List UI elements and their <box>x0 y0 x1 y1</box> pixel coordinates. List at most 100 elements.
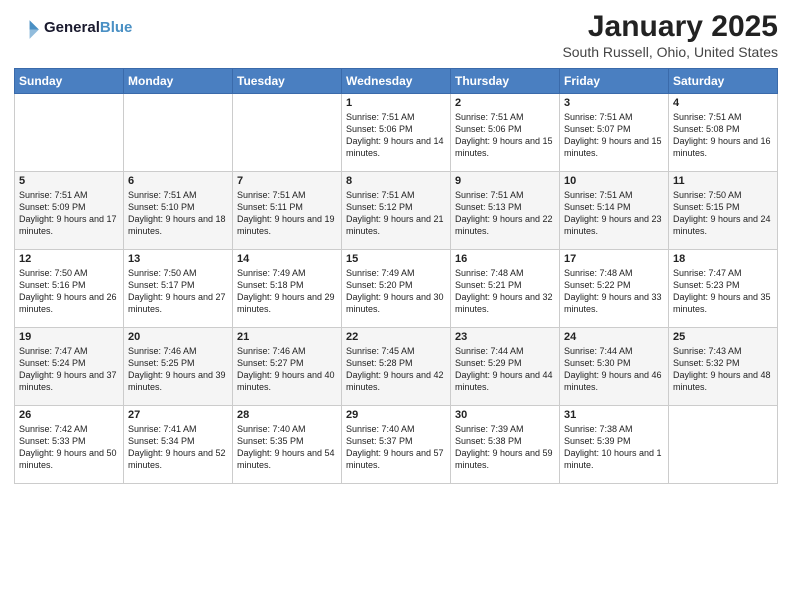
week-row-4: 19 Sunrise: 7:47 AM Sunset: 5:24 PM Dayli… <box>15 328 778 406</box>
day-number: 9 <box>455 175 555 187</box>
subtitle: South Russell, Ohio, United States <box>562 44 778 60</box>
day-info: Sunrise: 7:51 AM Sunset: 5:11 PM Dayligh… <box>237 189 337 238</box>
day-cell <box>15 94 124 172</box>
day-number: 12 <box>19 253 119 265</box>
day-number: 30 <box>455 409 555 421</box>
day-info: Sunrise: 7:47 AM Sunset: 5:23 PM Dayligh… <box>673 267 773 316</box>
day-number: 1 <box>346 97 446 109</box>
day-cell: 30 Sunrise: 7:39 AM Sunset: 5:38 PM Dayli… <box>451 406 560 484</box>
day-cell: 16 Sunrise: 7:48 AM Sunset: 5:21 PM Dayli… <box>451 250 560 328</box>
day-number: 16 <box>455 253 555 265</box>
day-info: Sunrise: 7:51 AM Sunset: 5:13 PM Dayligh… <box>455 189 555 238</box>
day-cell: 23Sunrise: 7:44 AM Sunset: 5:29 PM Dayli… <box>451 328 560 406</box>
day-cell: 17 Sunrise: 7:48 AM Sunset: 5:22 PM Dayli… <box>560 250 669 328</box>
day-cell: 10Sunrise: 7:51 AM Sunset: 5:14 PM Dayli… <box>560 172 669 250</box>
header-cell-tuesday: Tuesday <box>233 69 342 94</box>
day-info: Sunrise: 7:49 AM Sunset: 5:18 PM Dayligh… <box>237 267 337 316</box>
day-info: Sunrise: 7:51 AM Sunset: 5:07 PM Dayligh… <box>564 111 664 160</box>
day-number: 27 <box>128 409 228 421</box>
day-number: 29 <box>346 409 446 421</box>
day-cell: 26Sunrise: 7:42 AM Sunset: 5:33 PM Dayli… <box>15 406 124 484</box>
day-cell: 6 Sunrise: 7:51 AM Sunset: 5:10 PM Daylig… <box>124 172 233 250</box>
day-cell: 11Sunrise: 7:50 AM Sunset: 5:15 PM Dayli… <box>669 172 778 250</box>
day-cell: 20 Sunrise: 7:46 AM Sunset: 5:25 PM Dayli… <box>124 328 233 406</box>
week-row-1: 1 Sunrise: 7:51 AM Sunset: 5:06 PM Daylig… <box>15 94 778 172</box>
day-cell: 15 Sunrise: 7:49 AM Sunset: 5:20 PM Dayli… <box>342 250 451 328</box>
day-number: 28 <box>237 409 337 421</box>
day-info: Sunrise: 7:51 AM Sunset: 5:10 PM Dayligh… <box>128 189 228 238</box>
day-number: 18 <box>673 253 773 265</box>
day-info: Sunrise: 7:47 AM Sunset: 5:24 PM Dayligh… <box>19 345 119 394</box>
day-number: 6 <box>128 175 228 187</box>
day-cell: 27 Sunrise: 7:41 AM Sunset: 5:34 PM Dayli… <box>124 406 233 484</box>
logo-icon <box>14 14 42 42</box>
header-cell-sunday: Sunday <box>15 69 124 94</box>
day-info: Sunrise: 7:51 AM Sunset: 5:12 PM Dayligh… <box>346 189 446 238</box>
day-cell: 21 Sunrise: 7:46 AM Sunset: 5:27 PM Dayli… <box>233 328 342 406</box>
day-info: Sunrise: 7:46 AM Sunset: 5:25 PM Dayligh… <box>128 345 228 394</box>
day-number: 2 <box>455 97 555 109</box>
day-info: Sunrise: 7:39 AM Sunset: 5:38 PM Dayligh… <box>455 423 555 472</box>
calendar-table: SundayMondayTuesdayWednesdayThursdayFrid… <box>14 68 778 484</box>
day-cell: 9 Sunrise: 7:51 AM Sunset: 5:13 PM Daylig… <box>451 172 560 250</box>
header-row: SundayMondayTuesdayWednesdayThursdayFrid… <box>15 69 778 94</box>
day-number: 19 <box>19 331 119 343</box>
header-cell-friday: Friday <box>560 69 669 94</box>
calendar-body: 1 Sunrise: 7:51 AM Sunset: 5:06 PM Daylig… <box>15 94 778 484</box>
day-cell: 5Sunrise: 7:51 AM Sunset: 5:09 PM Daylig… <box>15 172 124 250</box>
header: GeneralBlue January 2025 South Russell, … <box>14 10 778 60</box>
day-info: Sunrise: 7:51 AM Sunset: 5:06 PM Dayligh… <box>455 111 555 160</box>
day-cell: 31Sunrise: 7:38 AM Sunset: 5:39 PM Dayli… <box>560 406 669 484</box>
day-number: 20 <box>128 331 228 343</box>
day-info: Sunrise: 7:48 AM Sunset: 5:21 PM Dayligh… <box>455 267 555 316</box>
day-cell: 4 Sunrise: 7:51 AM Sunset: 5:08 PM Daylig… <box>669 94 778 172</box>
week-row-5: 26Sunrise: 7:42 AM Sunset: 5:33 PM Dayli… <box>15 406 778 484</box>
day-cell: 25 Sunrise: 7:43 AM Sunset: 5:32 PM Dayli… <box>669 328 778 406</box>
logo: GeneralBlue <box>14 14 132 42</box>
day-info: Sunrise: 7:41 AM Sunset: 5:34 PM Dayligh… <box>128 423 228 472</box>
week-row-3: 12 Sunrise: 7:50 AM Sunset: 5:16 PM Dayli… <box>15 250 778 328</box>
day-info: Sunrise: 7:51 AM Sunset: 5:14 PM Dayligh… <box>564 189 664 238</box>
day-info: Sunrise: 7:50 AM Sunset: 5:16 PM Dayligh… <box>19 267 119 316</box>
calendar-header: SundayMondayTuesdayWednesdayThursdayFrid… <box>15 69 778 94</box>
header-cell-wednesday: Wednesday <box>342 69 451 94</box>
day-number: 4 <box>673 97 773 109</box>
day-number: 3 <box>564 97 664 109</box>
day-cell: 29Sunrise: 7:40 AM Sunset: 5:37 PM Dayli… <box>342 406 451 484</box>
day-cell: 28 Sunrise: 7:40 AM Sunset: 5:35 PM Dayli… <box>233 406 342 484</box>
day-number: 24 <box>564 331 664 343</box>
day-number: 31 <box>564 409 664 421</box>
day-info: Sunrise: 7:49 AM Sunset: 5:20 PM Dayligh… <box>346 267 446 316</box>
day-info: Sunrise: 7:48 AM Sunset: 5:22 PM Dayligh… <box>564 267 664 316</box>
day-cell <box>233 94 342 172</box>
day-number: 15 <box>346 253 446 265</box>
main-title: January 2025 <box>562 10 778 44</box>
day-number: 8 <box>346 175 446 187</box>
day-info: Sunrise: 7:42 AM Sunset: 5:33 PM Dayligh… <box>19 423 119 472</box>
day-cell: 22 Sunrise: 7:45 AM Sunset: 5:28 PM Dayli… <box>342 328 451 406</box>
page: GeneralBlue January 2025 South Russell, … <box>0 0 792 612</box>
day-info: Sunrise: 7:51 AM Sunset: 5:08 PM Dayligh… <box>673 111 773 160</box>
day-info: Sunrise: 7:40 AM Sunset: 5:35 PM Dayligh… <box>237 423 337 472</box>
day-cell: 2 Sunrise: 7:51 AM Sunset: 5:06 PM Daylig… <box>451 94 560 172</box>
header-cell-thursday: Thursday <box>451 69 560 94</box>
day-info: Sunrise: 7:44 AM Sunset: 5:29 PM Dayligh… <box>455 345 555 394</box>
day-cell: 18 Sunrise: 7:47 AM Sunset: 5:23 PM Dayli… <box>669 250 778 328</box>
day-number: 25 <box>673 331 773 343</box>
day-number: 21 <box>237 331 337 343</box>
day-cell: 13Sunrise: 7:50 AM Sunset: 5:17 PM Dayli… <box>124 250 233 328</box>
logo-text: GeneralBlue <box>44 20 132 37</box>
day-cell: 14Sunrise: 7:49 AM Sunset: 5:18 PM Dayli… <box>233 250 342 328</box>
week-row-2: 5Sunrise: 7:51 AM Sunset: 5:09 PM Daylig… <box>15 172 778 250</box>
day-cell <box>669 406 778 484</box>
day-info: Sunrise: 7:45 AM Sunset: 5:28 PM Dayligh… <box>346 345 446 394</box>
day-number: 11 <box>673 175 773 187</box>
day-number: 22 <box>346 331 446 343</box>
day-number: 17 <box>564 253 664 265</box>
day-info: Sunrise: 7:43 AM Sunset: 5:32 PM Dayligh… <box>673 345 773 394</box>
day-cell: 12 Sunrise: 7:50 AM Sunset: 5:16 PM Dayli… <box>15 250 124 328</box>
day-cell: 19 Sunrise: 7:47 AM Sunset: 5:24 PM Dayli… <box>15 328 124 406</box>
header-cell-saturday: Saturday <box>669 69 778 94</box>
day-info: Sunrise: 7:46 AM Sunset: 5:27 PM Dayligh… <box>237 345 337 394</box>
header-cell-monday: Monday <box>124 69 233 94</box>
